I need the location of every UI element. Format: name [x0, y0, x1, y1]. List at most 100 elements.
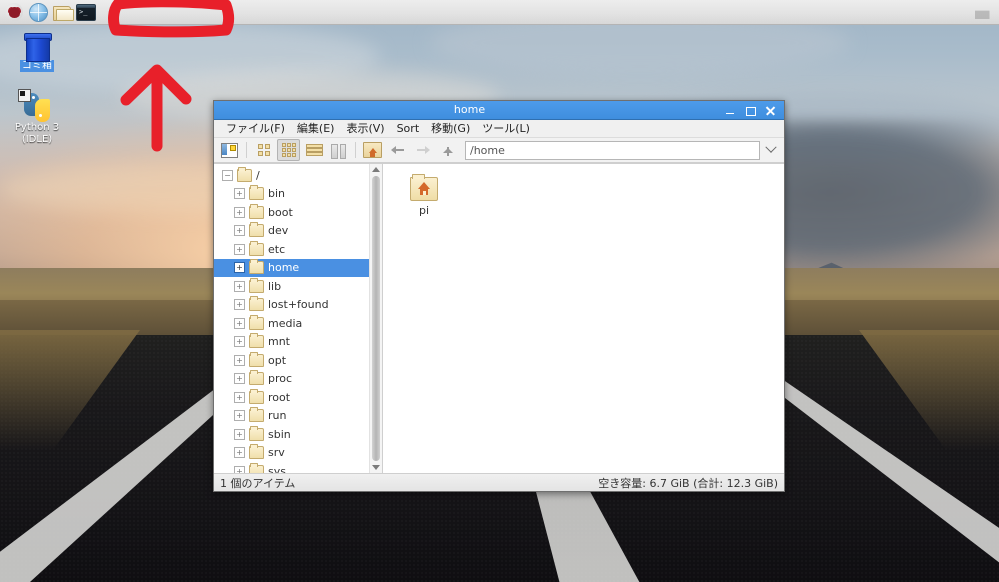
- tree-item-label: lost+found: [268, 298, 329, 312]
- forward-button[interactable]: [411, 139, 434, 161]
- folder-icon: [249, 277, 264, 293]
- scrollbar-thumb[interactable]: [372, 176, 380, 461]
- menubar: ファイル(F) 編集(E) 表示(V) Sort 移動(G) ツール(L): [214, 120, 784, 138]
- desktop-icon-trash[interactable]: ゴミ箱: [6, 26, 68, 72]
- raspberry-menu-button[interactable]: [3, 1, 25, 23]
- taskbar: [0, 0, 999, 25]
- file-manager-icon: [52, 5, 74, 21]
- expander-icon[interactable]: +: [234, 410, 245, 422]
- menu-sort[interactable]: Sort: [391, 120, 426, 137]
- expander-icon[interactable]: +: [234, 428, 245, 440]
- tree-item-etc[interactable]: + etc: [214, 240, 370, 259]
- detailed-view-button[interactable]: [327, 139, 350, 161]
- expander-icon[interactable]: −: [222, 169, 233, 181]
- maximize-button[interactable]: [745, 105, 756, 116]
- tree-item-lost-found[interactable]: + lost+found: [214, 296, 370, 315]
- toolbar: /home: [214, 138, 784, 163]
- tree-item-boot[interactable]: + boot: [214, 203, 370, 222]
- arrow-up-icon: [440, 143, 456, 157]
- expander-icon[interactable]: +: [234, 373, 245, 385]
- arrow-left-icon: [390, 143, 406, 157]
- close-button[interactable]: [765, 105, 776, 116]
- tree-item-root[interactable]: − /: [214, 166, 370, 185]
- tree-item-run[interactable]: + run: [214, 407, 370, 426]
- scroll-up-icon[interactable]: [370, 164, 382, 175]
- icon-view-button[interactable]: [252, 139, 275, 161]
- grid-2x2-icon: [257, 144, 270, 156]
- compact-list-icon: [306, 143, 323, 157]
- expander-icon[interactable]: +: [234, 447, 245, 459]
- tree-item-home[interactable]: + home: [214, 258, 370, 277]
- folder-icon: [249, 185, 264, 201]
- expander-icon[interactable]: +: [234, 262, 245, 274]
- up-button[interactable]: [436, 139, 459, 161]
- path-dropdown-button[interactable]: [762, 140, 780, 160]
- window-titlebar[interactable]: home: [214, 101, 784, 120]
- folder-icon: [249, 444, 264, 460]
- desktop-icon-python-idle[interactable]: Python 3 (IDLE): [6, 88, 68, 146]
- expander-icon[interactable]: +: [234, 280, 245, 292]
- home-folder-icon: [363, 142, 382, 158]
- thumbnail-view-button[interactable]: [277, 139, 300, 161]
- tree-item-label: mnt: [268, 335, 290, 349]
- directory-tree: − / + bin + boot + dev + etc + home + li…: [214, 164, 370, 473]
- eject-icon: [974, 10, 990, 19]
- arrow-right-icon: [415, 143, 431, 157]
- path-input[interactable]: /home: [465, 140, 760, 160]
- scroll-down-icon[interactable]: [370, 462, 382, 473]
- expander-icon[interactable]: +: [234, 465, 245, 473]
- folder-icon: [249, 222, 264, 238]
- folder-icon: [249, 425, 264, 441]
- tree-item-label: srv: [268, 446, 285, 460]
- tree-item-opt[interactable]: + opt: [214, 351, 370, 370]
- tree-item-sys[interactable]: + sys: [214, 462, 370, 473]
- columns-icon: [331, 143, 346, 159]
- minimize-button[interactable]: [725, 105, 736, 116]
- folder-icon: [249, 203, 264, 219]
- tree-item-sbin[interactable]: + sbin: [214, 425, 370, 444]
- toggle-sidebar-button[interactable]: [218, 139, 241, 161]
- file-item-pi[interactable]: pi: [393, 174, 455, 217]
- menu-view[interactable]: 表示(V): [340, 120, 390, 137]
- eject-media-button[interactable]: [971, 1, 993, 23]
- expander-icon[interactable]: +: [234, 225, 245, 237]
- expander-icon[interactable]: +: [234, 336, 245, 348]
- tree-item-bin[interactable]: + bin: [214, 185, 370, 204]
- expander-icon[interactable]: +: [234, 299, 245, 311]
- expander-icon[interactable]: +: [234, 188, 245, 200]
- terminal-button[interactable]: [75, 1, 97, 23]
- tree-item-lib[interactable]: + lib: [214, 277, 370, 296]
- window-body: − / + bin + boot + dev + etc + home + li…: [214, 163, 784, 473]
- expander-icon[interactable]: +: [234, 317, 245, 329]
- tree-item-root-dir[interactable]: + root: [214, 388, 370, 407]
- file-item-label: pi: [418, 204, 430, 217]
- tree-item-media[interactable]: + media: [214, 314, 370, 333]
- web-browser-button[interactable]: [27, 1, 49, 23]
- statusbar: 1 個のアイテム 空き容量: 6.7 GiB (合計: 12.3 GiB): [214, 473, 784, 491]
- back-button[interactable]: [386, 139, 409, 161]
- expander-icon[interactable]: +: [234, 206, 245, 218]
- menu-go[interactable]: 移動(G): [425, 120, 476, 137]
- folder-icon: [249, 351, 264, 367]
- file-list-pane[interactable]: pi: [383, 164, 784, 473]
- compact-view-button[interactable]: [302, 139, 325, 161]
- expander-icon[interactable]: +: [234, 243, 245, 255]
- file-manager-button[interactable]: [51, 1, 74, 23]
- expander-icon[interactable]: +: [234, 391, 245, 403]
- menu-tools[interactable]: ツール(L): [476, 120, 536, 137]
- raspberry-icon: [5, 3, 23, 21]
- window-title: home: [453, 103, 486, 116]
- menu-file[interactable]: ファイル(F): [220, 120, 291, 137]
- tree-item-mnt[interactable]: + mnt: [214, 333, 370, 352]
- menu-edit[interactable]: 編集(E): [291, 120, 341, 137]
- tree-item-proc[interactable]: + proc: [214, 370, 370, 389]
- tree-item-label: lib: [268, 279, 282, 293]
- tree-scrollbar[interactable]: [369, 164, 382, 473]
- path-value: /home: [470, 143, 505, 157]
- folder-icon: [249, 388, 264, 404]
- tree-item-dev[interactable]: + dev: [214, 222, 370, 241]
- home-button[interactable]: [361, 139, 384, 161]
- tree-item-label: root: [268, 390, 291, 404]
- expander-icon[interactable]: +: [234, 354, 245, 366]
- tree-item-srv[interactable]: + srv: [214, 444, 370, 463]
